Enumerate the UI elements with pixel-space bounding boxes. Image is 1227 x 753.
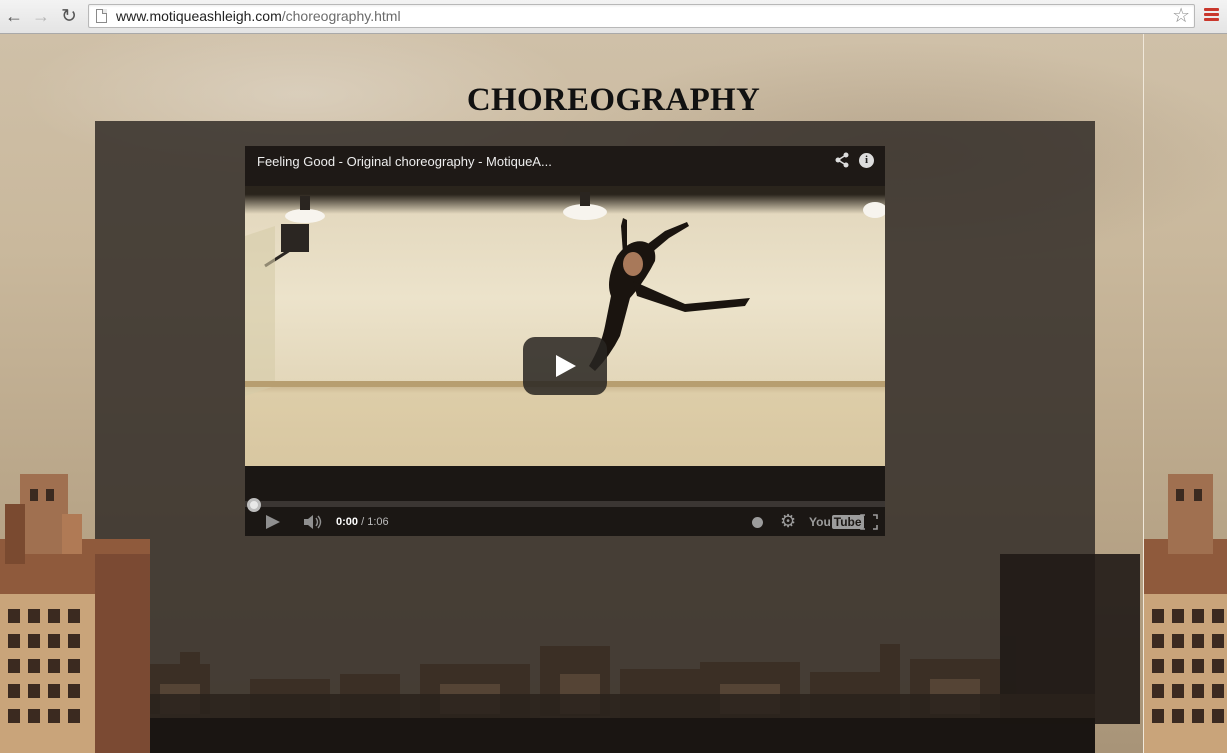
page-title: CHOREOGRAPHY — [466, 82, 761, 118]
share-icon[interactable] — [834, 152, 850, 168]
hamburger-menu-icon[interactable] — [1204, 8, 1219, 22]
reload-icon[interactable]: ↻ — [58, 5, 80, 27]
browser-toolbar: ← → ↻ www.motiqueashleigh.com/choreograp… — [0, 0, 1227, 34]
youtube-logo-text: You — [809, 515, 831, 529]
video-title-bar: Feeling Good - Original choreography - M… — [245, 146, 885, 186]
url-text[interactable]: www.motiqueashleigh.com/choreography.htm… — [116, 8, 401, 24]
forward-arrow-icon[interactable]: → — [30, 5, 52, 27]
progress-handle[interactable] — [247, 498, 261, 512]
right-divider — [1143, 34, 1144, 753]
volume-icon[interactable] — [304, 515, 324, 529]
clock-icon[interactable] — [752, 517, 763, 528]
url-host: www.motiqueashleigh.com — [116, 8, 282, 24]
fullscreen-icon[interactable] — [860, 514, 878, 530]
play-icon[interactable] — [266, 515, 280, 529]
video-frame[interactable] — [245, 186, 885, 466]
progress-bar[interactable] — [245, 501, 885, 507]
star-icon[interactable]: ☆ — [1172, 5, 1190, 27]
gear-icon[interactable]: ⚙ — [780, 512, 796, 530]
url-path: /choreography.html — [281, 8, 401, 24]
youtube-logo-box: Tube — [831, 515, 864, 529]
video-title[interactable]: Feeling Good - Original choreography - M… — [257, 154, 552, 169]
youtube-logo[interactable]: You Tube — [809, 515, 864, 529]
dancer-video-still — [245, 192, 885, 396]
play-icon[interactable] — [523, 337, 607, 395]
info-icon[interactable]: i — [859, 153, 874, 168]
page-icon — [96, 9, 107, 23]
video-player[interactable]: Feeling Good - Original choreography - M… — [245, 146, 885, 536]
time-display: 0:00 / 1:06 — [336, 516, 389, 528]
duration: / 1:06 — [358, 516, 389, 528]
back-arrow-icon[interactable]: ← — [3, 5, 25, 27]
address-bar[interactable]: www.motiqueashleigh.com/choreography.htm… — [88, 4, 1195, 28]
current-time: 0:00 — [336, 516, 359, 528]
